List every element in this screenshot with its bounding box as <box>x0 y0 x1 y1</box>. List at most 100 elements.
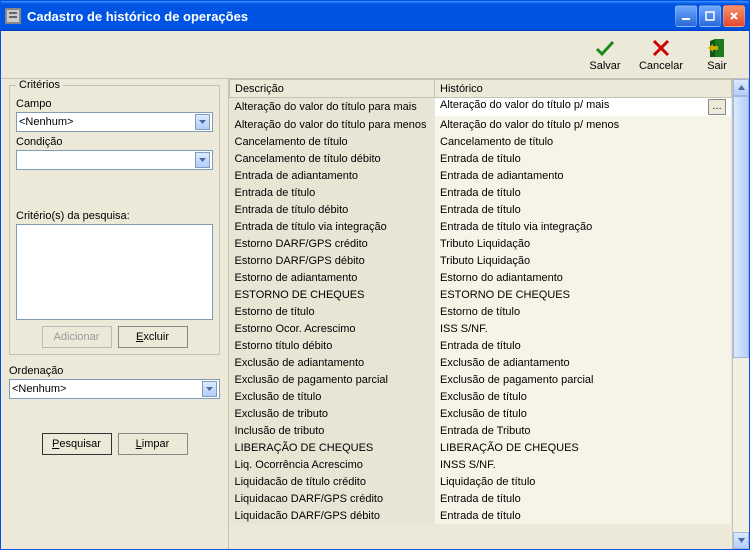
cell-historico[interactable]: Liquidação de título <box>435 473 732 490</box>
window-title: Cadastro de histórico de operações <box>27 9 675 24</box>
ellipsis-button[interactable]: … <box>708 99 726 115</box>
table-row[interactable]: Exclusão de adiantamentoExclusão de adia… <box>230 354 732 371</box>
save-button[interactable]: Salvar <box>581 33 629 77</box>
cell-descricao[interactable]: Liq. Ocorrência Acrescimo <box>230 456 435 473</box>
cell-descricao[interactable]: Estorno de adiantamento <box>230 269 435 286</box>
cell-descricao[interactable]: Alteração do valor do título para menos <box>230 116 435 133</box>
cell-historico[interactable]: Tributo Liquidação <box>435 252 732 269</box>
cell-historico[interactable]: ESTORNO DE CHEQUES <box>435 286 732 303</box>
cell-historico[interactable]: ISS S/NF. <box>435 320 732 337</box>
table-row[interactable]: LIBERAÇÃO DE CHEQUESLIBERAÇÃO DE CHEQUES <box>230 439 732 456</box>
cell-descricao[interactable]: Estorno DARF/GPS crédito <box>230 235 435 252</box>
cell-historico[interactable]: Entrada de título <box>435 150 732 167</box>
cell-descricao[interactable]: Entrada de título débito <box>230 201 435 218</box>
table-row[interactable]: Alteração do valor do título para maisAl… <box>230 98 732 117</box>
search-button[interactable]: Pesquisar <box>42 433 112 455</box>
cell-historico[interactable]: Entrada de título <box>435 507 732 524</box>
cell-historico[interactable]: Entrada de título <box>435 184 732 201</box>
table-row[interactable]: ESTORNO DE CHEQUESESTORNO DE CHEQUES <box>230 286 732 303</box>
cell-historico[interactable]: Estorno do adiantamento <box>435 269 732 286</box>
ordering-dropdown[interactable]: <Nenhum> <box>9 379 220 399</box>
table-row[interactable]: Exclusão de pagamento parcialExclusão de… <box>230 371 732 388</box>
campo-dropdown[interactable]: <Nenhum> <box>16 112 213 132</box>
table-row[interactable]: Liquidacão DARF/GPS débitoEntrada de tít… <box>230 507 732 524</box>
cell-descricao[interactable]: Inclusão de tributo <box>230 422 435 439</box>
cell-historico[interactable]: Estorno de título <box>435 303 732 320</box>
cell-historico[interactable]: Exclusão de título <box>435 388 732 405</box>
cell-descricao[interactable]: Liquidacao DARF/GPS crédito <box>230 490 435 507</box>
cell-historico[interactable]: Entrada de título <box>435 490 732 507</box>
cell-descricao[interactable]: Entrada de adiantamento <box>230 167 435 184</box>
cell-historico[interactable]: Entrada de Tributo <box>435 422 732 439</box>
cell-descricao[interactable]: Liquidacão DARF/GPS débito <box>230 507 435 524</box>
cell-historico[interactable]: Entrada de adiantamento <box>435 167 732 184</box>
cell-descricao[interactable]: Liquidacão de título crédito <box>230 473 435 490</box>
cell-historico[interactable]: Entrada de título <box>435 337 732 354</box>
table-row[interactable]: Inclusão de tributoEntrada de Tributo <box>230 422 732 439</box>
cell-historico[interactable]: Entrada de título <box>435 201 732 218</box>
scroll-down-button[interactable] <box>733 532 749 549</box>
data-grid[interactable]: Descrição Histórico Alteração do valor d… <box>229 79 732 524</box>
table-row[interactable]: Cancelamento de título débitoEntrada de … <box>230 150 732 167</box>
clear-button[interactable]: Limpar <box>118 433 188 455</box>
cell-descricao[interactable]: Estorno de título <box>230 303 435 320</box>
scroll-track[interactable] <box>733 96 749 532</box>
cell-historico[interactable]: Tributo Liquidação <box>435 235 732 252</box>
table-row[interactable]: Liq. Ocorrência AcrescimoINSS S/NF. <box>230 456 732 473</box>
cell-descricao[interactable]: Exclusão de adiantamento <box>230 354 435 371</box>
cell-descricao[interactable]: Entrada de título <box>230 184 435 201</box>
cell-descricao[interactable]: Exclusão de título <box>230 388 435 405</box>
cell-descricao[interactable]: Estorno título débito <box>230 337 435 354</box>
close-button[interactable] <box>723 5 745 27</box>
condicao-dropdown[interactable] <box>16 150 213 170</box>
cancel-button[interactable]: Cancelar <box>637 33 685 77</box>
table-row[interactable]: Estorno título débitoEntrada de título <box>230 337 732 354</box>
table-row[interactable]: Entrada de título débitoEntrada de títul… <box>230 201 732 218</box>
cell-historico[interactable]: Exclusão de título <box>435 405 732 422</box>
cell-descricao[interactable]: Alteração do valor do título para mais <box>230 98 435 117</box>
cell-descricao[interactable]: ESTORNO DE CHEQUES <box>230 286 435 303</box>
cell-descricao[interactable]: Cancelamento de título débito <box>230 150 435 167</box>
scroll-up-button[interactable] <box>733 79 749 96</box>
table-row[interactable]: Estorno de adiantamentoEstorno do adiant… <box>230 269 732 286</box>
col-header-historico[interactable]: Histórico <box>435 80 732 98</box>
minimize-button[interactable] <box>675 5 697 27</box>
remove-criteria-button[interactable]: Excluir <box>118 326 188 348</box>
maximize-button[interactable] <box>699 5 721 27</box>
table-row[interactable]: Alteração do valor do título para menosA… <box>230 116 732 133</box>
table-row[interactable]: Estorno DARF/GPS créditoTributo Liquidaç… <box>230 235 732 252</box>
chevron-down-icon <box>195 114 210 130</box>
cell-historico[interactable]: Exclusão de adiantamento <box>435 354 732 371</box>
cell-descricao[interactable]: LIBERAÇÃO DE CHEQUES <box>230 439 435 456</box>
table-row[interactable]: Estorno de títuloEstorno de título <box>230 303 732 320</box>
col-header-descricao[interactable]: Descrição <box>230 80 435 98</box>
table-row[interactable]: Exclusão de tributoExclusão de título <box>230 405 732 422</box>
cell-historico[interactable]: INSS S/NF. <box>435 456 732 473</box>
exit-button[interactable]: Sair <box>693 33 741 77</box>
cell-descricao[interactable]: Estorno Ocor. Acrescimo <box>230 320 435 337</box>
table-row[interactable]: Estorno Ocor. AcrescimoISS S/NF. <box>230 320 732 337</box>
cell-descricao[interactable]: Entrada de título via integração <box>230 218 435 235</box>
criteria-listbox[interactable] <box>16 224 213 320</box>
cell-historico[interactable]: Exclusão de pagamento parcial <box>435 371 732 388</box>
table-row[interactable]: Exclusão de títuloExclusão de título <box>230 388 732 405</box>
table-row[interactable]: Entrada de título via integraçãoEntrada … <box>230 218 732 235</box>
table-row[interactable]: Entrada de adiantamentoEntrada de adiant… <box>230 167 732 184</box>
cell-descricao[interactable]: Estorno DARF/GPS débito <box>230 252 435 269</box>
cell-historico[interactable]: Alteração do valor do título p/ mais… <box>435 98 732 117</box>
cell-historico[interactable]: Entrada de título via integração <box>435 218 732 235</box>
table-row[interactable]: Cancelamento de títuloCancelamento de tí… <box>230 133 732 150</box>
vertical-scrollbar[interactable] <box>732 79 749 549</box>
table-row[interactable]: Liquidacao DARF/GPS créditoEntrada de tí… <box>230 490 732 507</box>
scroll-thumb[interactable] <box>733 96 749 358</box>
titlebar[interactable]: Cadastro de histórico de operações <box>1 1 749 31</box>
cell-historico[interactable]: Cancelamento de título <box>435 133 732 150</box>
cell-historico[interactable]: Alteração do valor do título p/ menos <box>435 116 732 133</box>
cell-descricao[interactable]: Cancelamento de título <box>230 133 435 150</box>
cell-descricao[interactable]: Exclusão de pagamento parcial <box>230 371 435 388</box>
cell-historico[interactable]: LIBERAÇÃO DE CHEQUES <box>435 439 732 456</box>
table-row[interactable]: Estorno DARF/GPS débitoTributo Liquidaçã… <box>230 252 732 269</box>
cell-descricao[interactable]: Exclusão de tributo <box>230 405 435 422</box>
table-row[interactable]: Liquidacão de título créditoLiquidação d… <box>230 473 732 490</box>
table-row[interactable]: Entrada de títuloEntrada de título <box>230 184 732 201</box>
